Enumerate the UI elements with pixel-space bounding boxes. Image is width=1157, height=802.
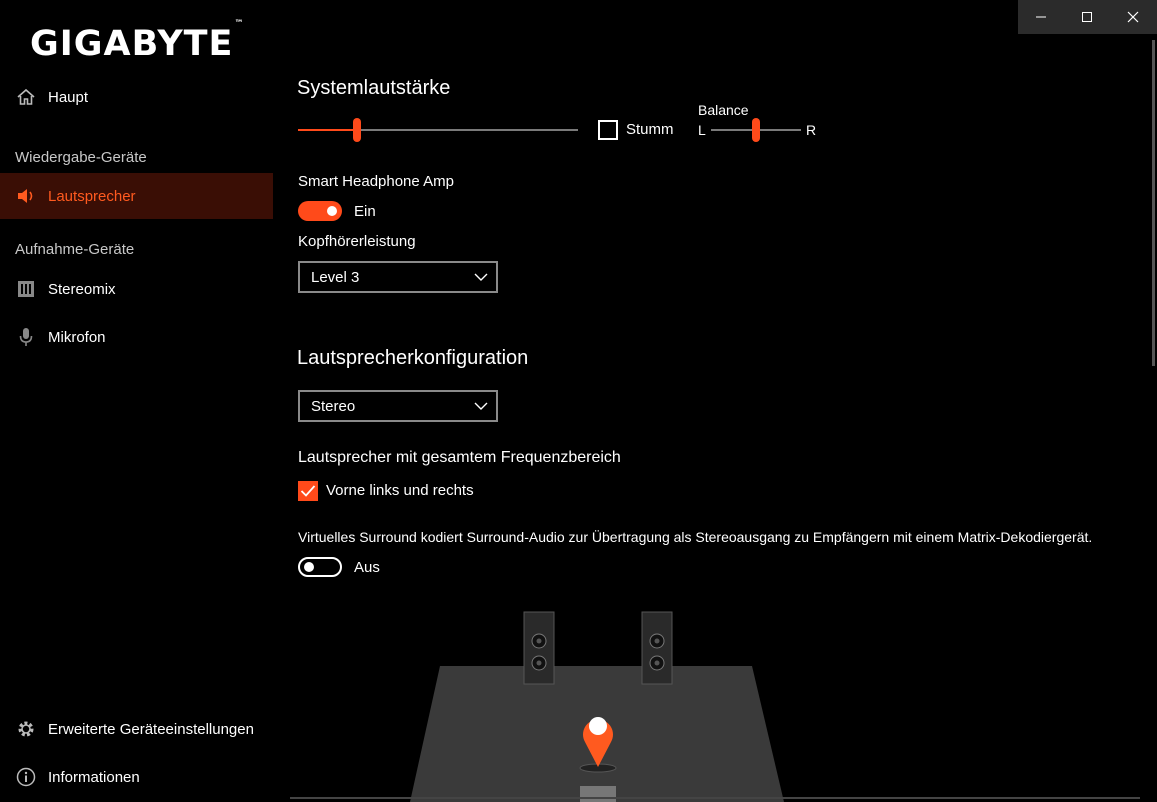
- balance-right-label: R: [806, 122, 817, 138]
- sidebar-item-haupt[interactable]: Haupt: [0, 74, 273, 120]
- home-icon: [16, 87, 36, 107]
- microphone-icon: [16, 327, 36, 347]
- fullrange-front-checkbox[interactable]: [298, 481, 318, 501]
- balance-slider[interactable]: [711, 118, 801, 142]
- sidebar-item-stereomix[interactable]: Stereomix: [0, 266, 273, 312]
- speaker-stage-illustration: [410, 611, 784, 802]
- sidebar-item-label: Lautsprecher: [48, 187, 136, 205]
- mute-checkbox[interactable]: [598, 120, 618, 140]
- horizontal-scrollbar[interactable]: [290, 797, 1140, 799]
- speaker-config-select[interactable]: Stereo: [298, 390, 498, 422]
- smart-amp-toggle[interactable]: [298, 201, 342, 221]
- info-icon: [16, 767, 36, 787]
- virtual-surround-description: Virtuelles Surround kodiert Surround-Aud…: [298, 529, 1093, 545]
- headphone-power-value: Level 3: [311, 268, 360, 286]
- volume-slider[interactable]: [298, 118, 578, 142]
- section-playback-devices: Wiedergabe-Geräte: [15, 149, 147, 166]
- fullrange-front-label: Vorne links und rechts: [326, 482, 474, 499]
- stereomix-icon: [16, 279, 36, 299]
- sidebar-item-label: Mikrofon: [48, 328, 106, 346]
- checkmark-icon: [300, 485, 316, 497]
- speaker-icon: [16, 186, 36, 206]
- vertical-scrollbar[interactable]: [1152, 40, 1155, 366]
- sidebar: GIGABYTE™ Haupt Wiedergabe-Geräte Lautsp…: [0, 0, 273, 802]
- mute-label: Stumm: [626, 121, 674, 138]
- speaker-config-value: Stereo: [311, 397, 356, 415]
- speaker-config-title: Lautsprecherkonfiguration: [297, 347, 529, 369]
- headphone-power-select[interactable]: Level 3: [298, 261, 498, 293]
- gigabyte-logo: GIGABYTE™: [30, 19, 245, 64]
- virtual-surround-toggle[interactable]: [298, 557, 342, 577]
- smart-amp-state: Ein: [354, 203, 376, 220]
- gear-icon: [16, 719, 36, 739]
- sidebar-item-lautsprecher[interactable]: Lautsprecher: [0, 173, 273, 219]
- smart-amp-label: Smart Headphone Amp: [298, 173, 454, 190]
- fullrange-title: Lautsprecher mit gesamtem Frequenzbereic…: [298, 449, 621, 466]
- volume-slider-thumb[interactable]: [353, 118, 361, 142]
- front-left-speaker[interactable]: [523, 611, 555, 685]
- chevron-down-icon: [474, 402, 488, 410]
- sidebar-item-advanced-settings[interactable]: Erweiterte Geräteeinstellungen: [0, 706, 273, 752]
- section-recording-devices: Aufnahme-Geräte: [15, 241, 135, 258]
- sidebar-item-mikrofon[interactable]: Mikrofon: [0, 314, 273, 360]
- system-volume-title: Systemlautstärke: [297, 77, 451, 99]
- headphone-power-label: Kopfhörerleistung: [298, 233, 416, 250]
- sidebar-item-label: Haupt: [48, 88, 89, 106]
- balance-slider-thumb[interactable]: [752, 118, 760, 142]
- sidebar-item-label: Informationen: [48, 768, 140, 786]
- balance-left-label: L: [698, 122, 706, 138]
- virtual-surround-state: Aus: [354, 559, 380, 576]
- front-right-speaker[interactable]: [641, 611, 673, 685]
- sidebar-item-label: Erweiterte Geräteeinstellungen: [48, 720, 254, 738]
- balance-label: Balance: [698, 102, 749, 118]
- sidebar-item-informationen[interactable]: Informationen: [0, 754, 273, 800]
- chevron-down-icon: [474, 273, 488, 281]
- sidebar-item-label: Stereomix: [48, 280, 116, 298]
